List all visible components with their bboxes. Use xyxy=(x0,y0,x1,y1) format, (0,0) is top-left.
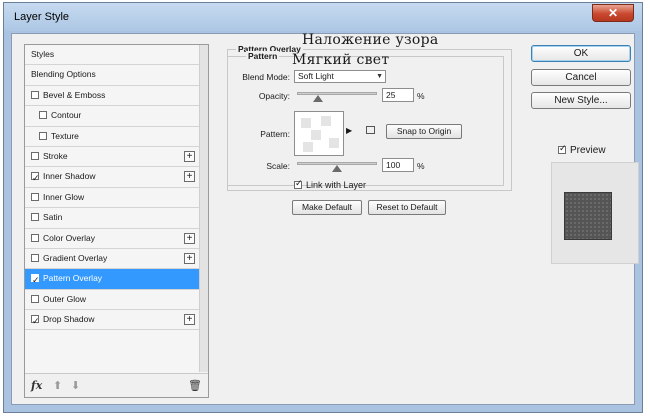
style-item-inner-shadow[interactable]: Inner Shadow + xyxy=(25,167,199,188)
style-item-label: Blending Options xyxy=(31,69,96,80)
add-instance-icon[interactable]: + xyxy=(184,252,195,264)
checkbox-icon[interactable] xyxy=(31,151,39,160)
checkbox-icon[interactable] xyxy=(31,90,39,99)
styles-list-items: Styles Blending Options Bevel & Emboss Cont… xyxy=(25,45,199,331)
checkbox-icon[interactable] xyxy=(31,233,39,242)
trash-icon[interactable]: 🗑 xyxy=(188,379,202,392)
style-item-styles[interactable]: Styles xyxy=(25,45,199,66)
pattern-label: Pattern: xyxy=(260,129,290,139)
style-item-pattern-overlay[interactable]: Pattern Overlay xyxy=(25,269,199,290)
opacity-slider-thumb[interactable] xyxy=(313,95,323,102)
style-item-label: Styles xyxy=(31,49,55,59)
annotation-line-2: Мягкий свет xyxy=(292,52,390,68)
style-item-label: Outer Glow xyxy=(43,293,86,304)
window-title: Layer Style xyxy=(14,11,70,23)
style-item-inner-glow[interactable]: Inner Glow xyxy=(25,188,199,209)
style-item-color-overlay[interactable]: Color Overlay + xyxy=(25,229,199,249)
style-item-texture[interactable]: Texture xyxy=(25,127,199,147)
opacity-slider[interactable] xyxy=(297,92,377,102)
preview-swatch xyxy=(564,192,612,240)
style-item-bevel-emboss[interactable]: Bevel & Emboss xyxy=(25,86,199,107)
opacity-unit: % xyxy=(417,91,425,101)
style-item-label: Color Overlay xyxy=(43,232,95,243)
add-instance-icon[interactable]: + xyxy=(184,150,195,162)
checkbox-icon[interactable] xyxy=(39,131,47,140)
style-item-stroke[interactable]: Stroke + xyxy=(25,147,199,168)
scale-unit: % xyxy=(417,161,425,171)
checkbox-icon[interactable] xyxy=(31,294,39,303)
list-scrollbar[interactable] xyxy=(199,45,208,372)
blend-mode-label: Blend Mode: xyxy=(242,72,290,82)
checkbox-checked-icon xyxy=(558,143,567,154)
scale-slider-thumb[interactable] xyxy=(332,165,342,172)
snap-to-origin-button[interactable]: Snap to Origin xyxy=(386,124,462,139)
scale-label: Scale: xyxy=(266,161,290,171)
style-item-label: Pattern Overlay xyxy=(43,273,103,284)
style-item-gradient-overlay[interactable]: Gradient Overlay + xyxy=(25,249,199,270)
styles-list-footer: fx ⬆ ⬇ 🗑 xyxy=(25,373,208,397)
checkbox-icon[interactable] xyxy=(31,192,39,201)
scale-slider[interactable] xyxy=(297,162,377,172)
make-default-button[interactable]: Make Default xyxy=(292,200,362,215)
style-item-label: Inner Glow xyxy=(43,191,85,202)
link-with-layer-label: Link with Layer xyxy=(306,180,367,190)
new-style-button[interactable]: New Style... xyxy=(531,92,631,109)
blend-mode-value: Soft Light xyxy=(298,71,334,81)
close-icon: ✕ xyxy=(607,6,619,20)
opacity-label: Opacity: xyxy=(258,91,290,101)
add-instance-icon[interactable]: + xyxy=(184,314,195,326)
checkbox-checked-icon xyxy=(294,178,303,189)
close-button[interactable]: ✕ xyxy=(592,4,634,22)
style-item-label: Drop Shadow xyxy=(43,314,95,325)
fx-icon[interactable]: fx xyxy=(31,379,42,392)
move-up-icon[interactable]: ⬆ xyxy=(53,379,62,392)
opacity-input[interactable]: 25 xyxy=(382,88,414,102)
style-item-label: Stroke xyxy=(43,150,68,161)
style-item-label: Inner Shadow xyxy=(43,171,96,182)
style-item-satin[interactable]: Satin xyxy=(25,208,199,229)
link-with-layer-checkbox[interactable]: Link with Layer xyxy=(294,178,367,190)
style-item-label: Contour xyxy=(51,110,82,121)
style-item-blending-options[interactable]: Blending Options xyxy=(25,65,199,86)
style-preview xyxy=(551,162,639,264)
pattern-picker-arrow-icon[interactable]: ▶ xyxy=(346,126,352,135)
blend-mode-select[interactable]: Soft Light ▼ xyxy=(294,70,386,83)
style-item-contour[interactable]: Contour xyxy=(25,106,199,127)
preview-label: Preview xyxy=(570,145,606,156)
dialog-body: Styles Blending Options Bevel & Emboss Cont… xyxy=(11,33,639,405)
reset-to-default-button[interactable]: Reset to Default xyxy=(368,200,446,215)
checkbox-icon[interactable] xyxy=(31,253,39,262)
style-item-drop-shadow[interactable]: Drop Shadow + xyxy=(25,310,199,331)
checkbox-icon[interactable] xyxy=(31,213,39,222)
chevron-down-icon: ▼ xyxy=(376,73,383,80)
checkbox-checked-icon[interactable] xyxy=(31,312,40,331)
scale-input[interactable]: 100 xyxy=(382,158,414,172)
style-item-label: Gradient Overlay xyxy=(43,252,108,263)
style-item-outer-glow[interactable]: Outer Glow xyxy=(25,290,199,311)
new-preset-icon[interactable] xyxy=(366,126,375,134)
style-item-label: Texture xyxy=(51,130,79,141)
style-item-label: Bevel & Emboss xyxy=(43,89,106,100)
opacity-value: 25 xyxy=(386,90,396,100)
title-bar[interactable]: Layer Style ✕ xyxy=(4,3,642,31)
add-instance-icon[interactable]: + xyxy=(184,171,195,183)
styles-list: Styles Blending Options Bevel & Emboss Cont… xyxy=(24,44,209,398)
annotation-line-1: Наложение узора xyxy=(302,32,439,48)
checkbox-icon[interactable] xyxy=(39,111,47,120)
style-item-label: Satin xyxy=(43,212,63,223)
scale-value: 100 xyxy=(386,160,401,170)
checkbox-checked-icon[interactable] xyxy=(31,271,40,290)
add-instance-icon[interactable]: + xyxy=(184,232,195,244)
preview-checkbox[interactable]: Preview xyxy=(558,143,606,156)
cancel-button[interactable]: Cancel xyxy=(531,69,631,86)
subgroup-title: Pattern xyxy=(246,51,280,61)
ok-button[interactable]: OK xyxy=(531,45,631,62)
checkbox-checked-icon[interactable] xyxy=(31,169,40,188)
pattern-swatch[interactable] xyxy=(294,111,344,156)
move-down-icon[interactable]: ⬇ xyxy=(71,379,80,392)
